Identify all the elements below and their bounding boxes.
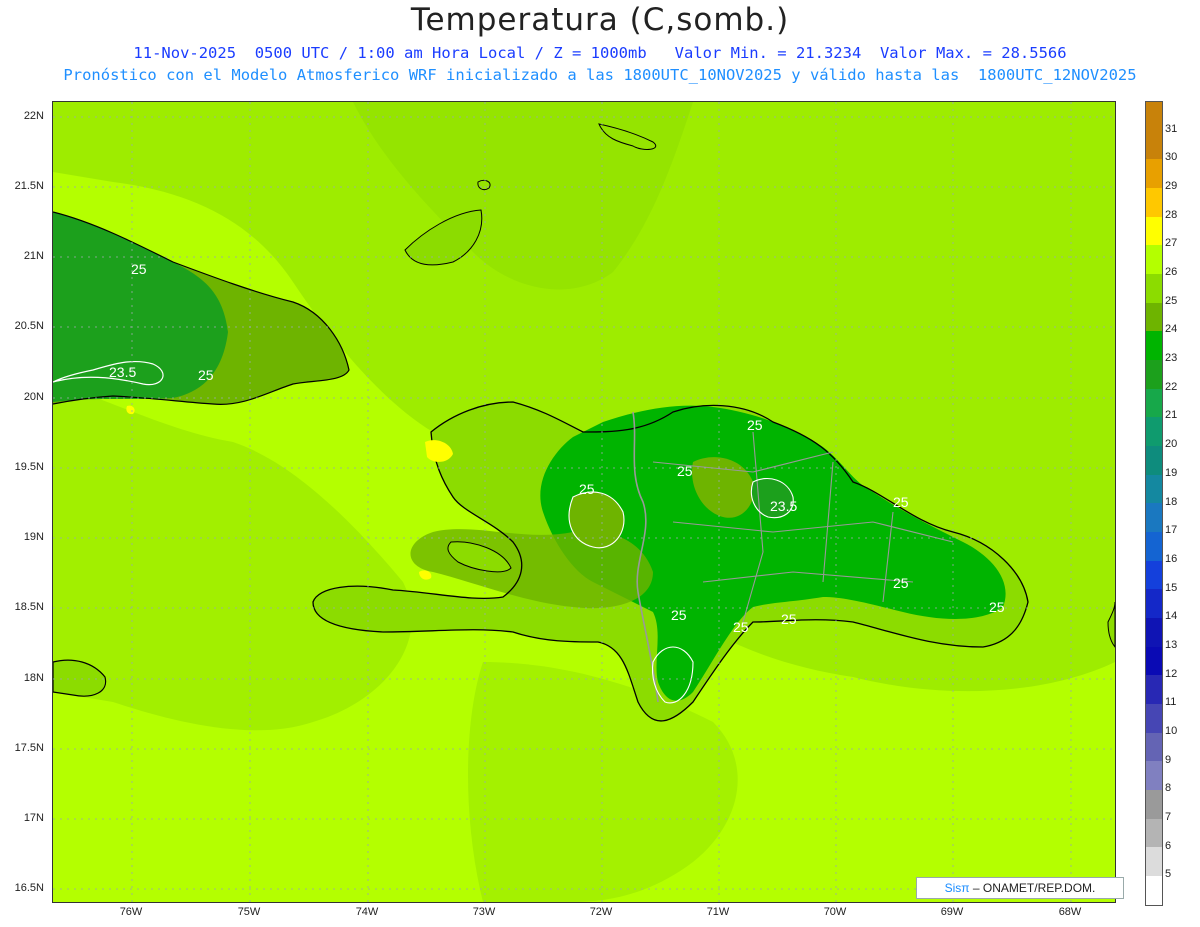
lat-label: 21N — [23, 250, 44, 262]
contour-label: 23.5 — [109, 364, 136, 380]
lat-label: 16.5N — [14, 882, 44, 894]
sispi-logo: Sisπ — [944, 881, 970, 895]
colorbar-tick-label: 30 — [1165, 151, 1178, 164]
colorbar-swatch — [1146, 302, 1162, 332]
colorbar-swatch — [1146, 503, 1162, 533]
lat-label: 19.5N — [14, 461, 44, 473]
contour-label: 25 — [131, 261, 147, 277]
colorbar-tick-label: 14 — [1165, 610, 1178, 623]
lat-label: 21.5N — [14, 180, 44, 192]
colorbar-tick-label: 15 — [1165, 581, 1178, 594]
lat-label: 22N — [23, 110, 44, 122]
contour-label: 25 — [893, 494, 909, 510]
map-canvas: 25 23.5 25 25 25 23.5 25 25 25 25 25 25 … — [53, 102, 1115, 902]
contour-label: 25 — [579, 481, 595, 497]
colorbar-swatch — [1146, 159, 1162, 189]
colorbar-tick-label: 18 — [1165, 495, 1178, 508]
contour-label: 25 — [198, 367, 214, 383]
contour-label: 25 — [893, 575, 909, 591]
colorbar-swatch — [1146, 876, 1162, 905]
colorbar-swatch — [1146, 732, 1162, 762]
contour-label: 25 — [747, 417, 763, 433]
subtitle-valid-time: 11-Nov-2025 0500 UTC / 1:00 am Hora Loca… — [133, 44, 1067, 62]
colorbar-tick-label: 19 — [1165, 466, 1178, 479]
colorbar-tick-label: 11 — [1165, 696, 1177, 709]
lon-label: 73W — [472, 906, 496, 918]
map-title: Temperatura (C,somb.) — [410, 2, 790, 38]
lon-label: 68W — [1058, 906, 1082, 918]
colorbar-tick-label: 9 — [1165, 753, 1172, 766]
colorbar-tick-label: 28 — [1165, 208, 1178, 221]
lon-label: 76W — [119, 906, 143, 918]
colorbar-swatch — [1146, 761, 1162, 791]
colorbar-swatch — [1146, 274, 1162, 303]
colorbar-swatch — [1146, 790, 1162, 819]
colorbar-swatch — [1146, 446, 1162, 475]
contour-label: 25 — [989, 599, 1005, 615]
lon-label: 69W — [940, 906, 964, 918]
lat-label: 19N — [23, 531, 44, 543]
colorbar-tick-label: 27 — [1165, 237, 1178, 250]
colorbar-swatch — [1146, 532, 1162, 561]
colorbar-tick-label: 22 — [1165, 380, 1178, 393]
colorbar-tick-label: 8 — [1165, 782, 1172, 795]
colorbar-swatch — [1146, 847, 1162, 877]
colorbar-tick-label: 13 — [1165, 638, 1178, 651]
colorbar-tick-label: 7 — [1165, 810, 1172, 823]
contour-label: 25 — [733, 619, 749, 635]
lat-label: 17N — [23, 812, 44, 824]
colorbar-swatch — [1146, 417, 1162, 447]
colorbar-swatch — [1146, 560, 1162, 590]
colorbar-swatch — [1146, 589, 1162, 619]
lon-label: 70W — [823, 906, 847, 918]
colorbar-tick-label: 6 — [1165, 839, 1172, 852]
lat-label: 18N — [23, 672, 44, 684]
colorbar-swatch — [1146, 188, 1162, 217]
lon-label: 72W — [589, 906, 613, 918]
temperature-map[interactable]: 25 23.5 25 25 25 23.5 25 25 25 25 25 25 … — [52, 101, 1116, 903]
colorbar-tick-label: 12 — [1165, 667, 1178, 680]
colorbar-swatch — [1146, 388, 1162, 418]
lat-label: 17.5N — [14, 742, 44, 754]
colorbar-swatch — [1146, 130, 1162, 160]
credit-box: Sisπ – ONAMET/REP.DOM. — [916, 877, 1124, 899]
colorbar-swatch — [1146, 102, 1162, 131]
lat-label: 20.5N — [14, 320, 44, 332]
lon-label: 71W — [706, 906, 730, 918]
colorbar-swatch — [1146, 704, 1162, 733]
colorbar-swatch — [1146, 618, 1162, 647]
colorbar-tick-label: 17 — [1165, 524, 1178, 537]
credit-text: – ONAMET/REP.DOM. — [972, 881, 1096, 895]
contour-label: 25 — [677, 463, 693, 479]
colorbar-tick-label: 25 — [1165, 294, 1178, 307]
colorbar — [1145, 101, 1163, 906]
lon-label: 74W — [355, 906, 379, 918]
colorbar-tick-label: 20 — [1165, 438, 1178, 451]
colorbar-tick-label: 29 — [1165, 180, 1178, 193]
colorbar-tick-label: 24 — [1165, 323, 1178, 336]
lat-label: 18.5N — [14, 601, 44, 613]
colorbar-swatch — [1146, 216, 1162, 246]
contour-label: 25 — [781, 611, 797, 627]
contour-label: 25 — [671, 607, 687, 623]
colorbar-swatch — [1146, 646, 1162, 676]
colorbar-tick-label: 10 — [1165, 724, 1178, 737]
colorbar-tick-label: 5 — [1165, 868, 1172, 881]
lat-label: 20N — [23, 391, 44, 403]
colorbar-swatch — [1146, 818, 1162, 848]
colorbar-swatch — [1146, 245, 1162, 275]
colorbar-tick-label: 31 — [1165, 122, 1178, 135]
colorbar-swatch — [1146, 675, 1162, 705]
colorbar-tick-label: 26 — [1165, 266, 1178, 279]
colorbar-swatch — [1146, 360, 1162, 389]
colorbar-swatch — [1146, 331, 1162, 361]
colorbar-tick-label: 23 — [1165, 352, 1178, 365]
colorbar-swatch — [1146, 474, 1162, 504]
subtitle-model-run: Pronóstico con el Modelo Atmosferico WRF… — [63, 66, 1137, 84]
contour-label: 23.5 — [770, 498, 797, 514]
colorbar-tick-label: 16 — [1165, 552, 1178, 565]
colorbar-tick-label: 21 — [1165, 409, 1178, 422]
lon-label: 75W — [237, 906, 261, 918]
